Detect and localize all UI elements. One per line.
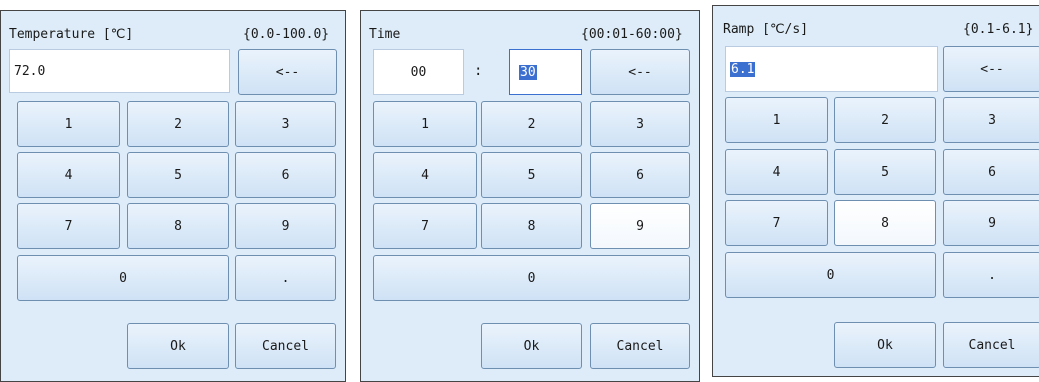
key-1-button[interactable]: 1 [373,101,477,147]
key-8-button[interactable]: 8 [481,203,582,249]
backspace-button[interactable]: <-- [943,46,1039,92]
minutes-input[interactable]: 00 [373,49,464,95]
key-7-button[interactable]: 7 [725,200,828,246]
key-6-button[interactable]: 6 [943,149,1039,195]
key-0-button[interactable]: 0 [373,255,690,301]
key-2-button[interactable]: 2 [481,101,582,147]
key-0-button[interactable]: 0 [17,255,229,301]
backspace-button[interactable]: <-- [590,49,690,95]
key-8-button[interactable]: 8 [834,200,936,246]
ramp-range: {0.1-6.1} [963,22,1034,37]
key-3-button[interactable]: 3 [235,101,336,147]
key-6-button[interactable]: 6 [590,152,690,198]
cancel-button[interactable]: Cancel [943,322,1039,368]
key-1-button[interactable]: 1 [725,97,828,143]
ok-button[interactable]: Ok [834,322,936,368]
backspace-button[interactable]: <-- [238,49,337,95]
key-5-button[interactable]: 5 [481,152,582,198]
temperature-range: {0.0-100.0} [243,27,330,42]
key-5-button[interactable]: 5 [127,152,229,198]
key-4-button[interactable]: 4 [725,149,828,195]
ramp-keypad-panel: Ramp [℃/s] {0.1-6.1} 6.1 <-- 1 2 3 4 5 6… [712,5,1039,377]
temperature-title: Temperature [℃] [9,27,134,42]
key-8-button[interactable]: 8 [127,203,229,249]
key-6-button[interactable]: 6 [235,152,336,198]
time-keypad-panel: Time {00:01-60:00} 00 : 30 <-- 1 2 3 4 5… [360,10,700,382]
key-9-button[interactable]: 9 [235,203,336,249]
key-7-button[interactable]: 7 [17,203,120,249]
key-3-button[interactable]: 3 [590,101,690,147]
key-9-button[interactable]: 9 [943,200,1039,246]
key-1-button[interactable]: 1 [17,101,120,147]
temperature-keypad-panel: Temperature [℃] {0.0-100.0} 72.0 <-- 1 2… [0,10,346,382]
time-separator: : [474,63,483,79]
decimal-point-button[interactable]: . [943,252,1039,298]
key-9-button[interactable]: 9 [590,203,690,249]
key-4-button[interactable]: 4 [17,152,120,198]
key-2-button[interactable]: 2 [834,97,936,143]
ramp-title: Ramp [℃/s] [723,22,809,37]
cancel-button[interactable]: Cancel [590,323,690,369]
time-range: {00:01-60:00} [581,27,683,42]
time-title: Time [369,27,401,42]
key-4-button[interactable]: 4 [373,152,477,198]
seconds-input[interactable]: 30 [509,49,582,95]
temperature-input[interactable]: 72.0 [9,49,230,93]
decimal-point-button[interactable]: . [235,255,336,301]
ramp-input[interactable]: 6.1 [725,46,938,92]
ok-button[interactable]: Ok [481,323,582,369]
key-5-button[interactable]: 5 [834,149,936,195]
key-0-button[interactable]: 0 [725,252,936,298]
ok-button[interactable]: Ok [127,323,229,369]
cancel-button[interactable]: Cancel [235,323,336,369]
key-7-button[interactable]: 7 [373,203,477,249]
key-2-button[interactable]: 2 [127,101,229,147]
key-3-button[interactable]: 3 [943,97,1039,143]
